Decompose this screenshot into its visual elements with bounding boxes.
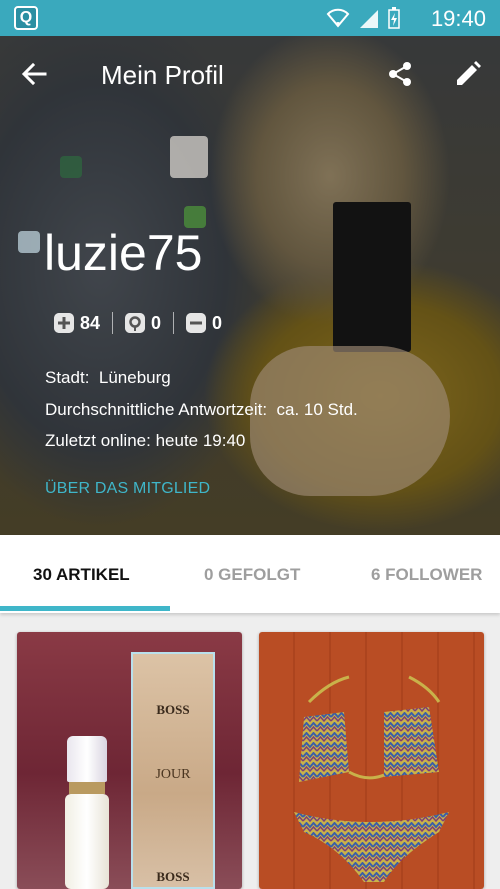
box-name: JOUR (155, 767, 191, 782)
box-brand-bottom: BOSS (156, 869, 190, 884)
app-bar: Mein Profil (0, 36, 500, 112)
box-brand-top: BOSS (156, 702, 190, 717)
minus-icon (186, 313, 207, 333)
divider (112, 312, 114, 334)
arrow-left-icon[interactable] (20, 60, 48, 88)
bottle-neck (69, 782, 105, 794)
tab-articles[interactable]: 30 ARTIKEL (33, 565, 130, 585)
app-notification-icon: Q (14, 6, 38, 30)
city-label: Stadt: (45, 368, 90, 387)
positive-count: 84 (80, 312, 101, 333)
item-card-bikini[interactable] (259, 632, 484, 889)
rating-stats: 84 0 0 (54, 312, 222, 334)
negative-count: 0 (212, 312, 223, 333)
neutral-rating: 0 (125, 313, 161, 334)
active-tab-indicator (0, 606, 170, 611)
neutral-count: 0 (151, 312, 162, 333)
status-time: 19:40 (430, 6, 486, 31)
badge-icon (125, 313, 146, 333)
tab-followers[interactable]: 6 FOLLOWER (371, 565, 482, 585)
positive-rating: 84 (54, 313, 100, 334)
city-row: Stadt: Lüneburg (45, 368, 171, 388)
status-icons (326, 7, 400, 29)
city-value: Lüneburg (98, 368, 171, 387)
status-bar: Q 19:40 (0, 0, 500, 36)
item-card-perfume[interactable]: BOSS JOUR BOSS (17, 632, 242, 889)
page-title: Mein Profil (101, 60, 224, 90)
response-time-row: Durchschnittliche Antwortzeit: ca. 10 St… (45, 400, 358, 420)
last-online-value: heute 19:40 (155, 431, 246, 450)
plus-icon (54, 313, 74, 333)
username: luzie75 (44, 225, 203, 281)
negative-rating: 0 (186, 313, 222, 334)
divider (173, 312, 175, 334)
response-time-value: ca. 10 Std. (276, 400, 358, 419)
response-time-label: Durchschnittliche Antwortzeit: (45, 400, 268, 419)
pencil-icon[interactable] (454, 60, 482, 88)
about-member-link[interactable]: ÜBER DAS MITGLIED (45, 480, 210, 498)
battery-icon (388, 7, 400, 29)
last-online-row: Zuletzt online: heute 19:40 (45, 431, 245, 451)
profile-tabs: 30 ARTIKEL 0 GEFOLGT 6 FOLLOWER (0, 535, 500, 613)
perfume-bottle (65, 736, 109, 889)
signal-icon (360, 10, 378, 28)
bottle-body (65, 794, 109, 889)
wifi-icon (326, 8, 350, 28)
last-online-label: Zuletzt online: (45, 431, 151, 450)
share-icon[interactable] (386, 60, 414, 88)
bikini-image (294, 675, 449, 882)
perfume-box: BOSS JOUR BOSS (131, 652, 215, 889)
tab-following[interactable]: 0 GEFOLGT (204, 565, 300, 585)
bottle-cap (67, 736, 107, 782)
